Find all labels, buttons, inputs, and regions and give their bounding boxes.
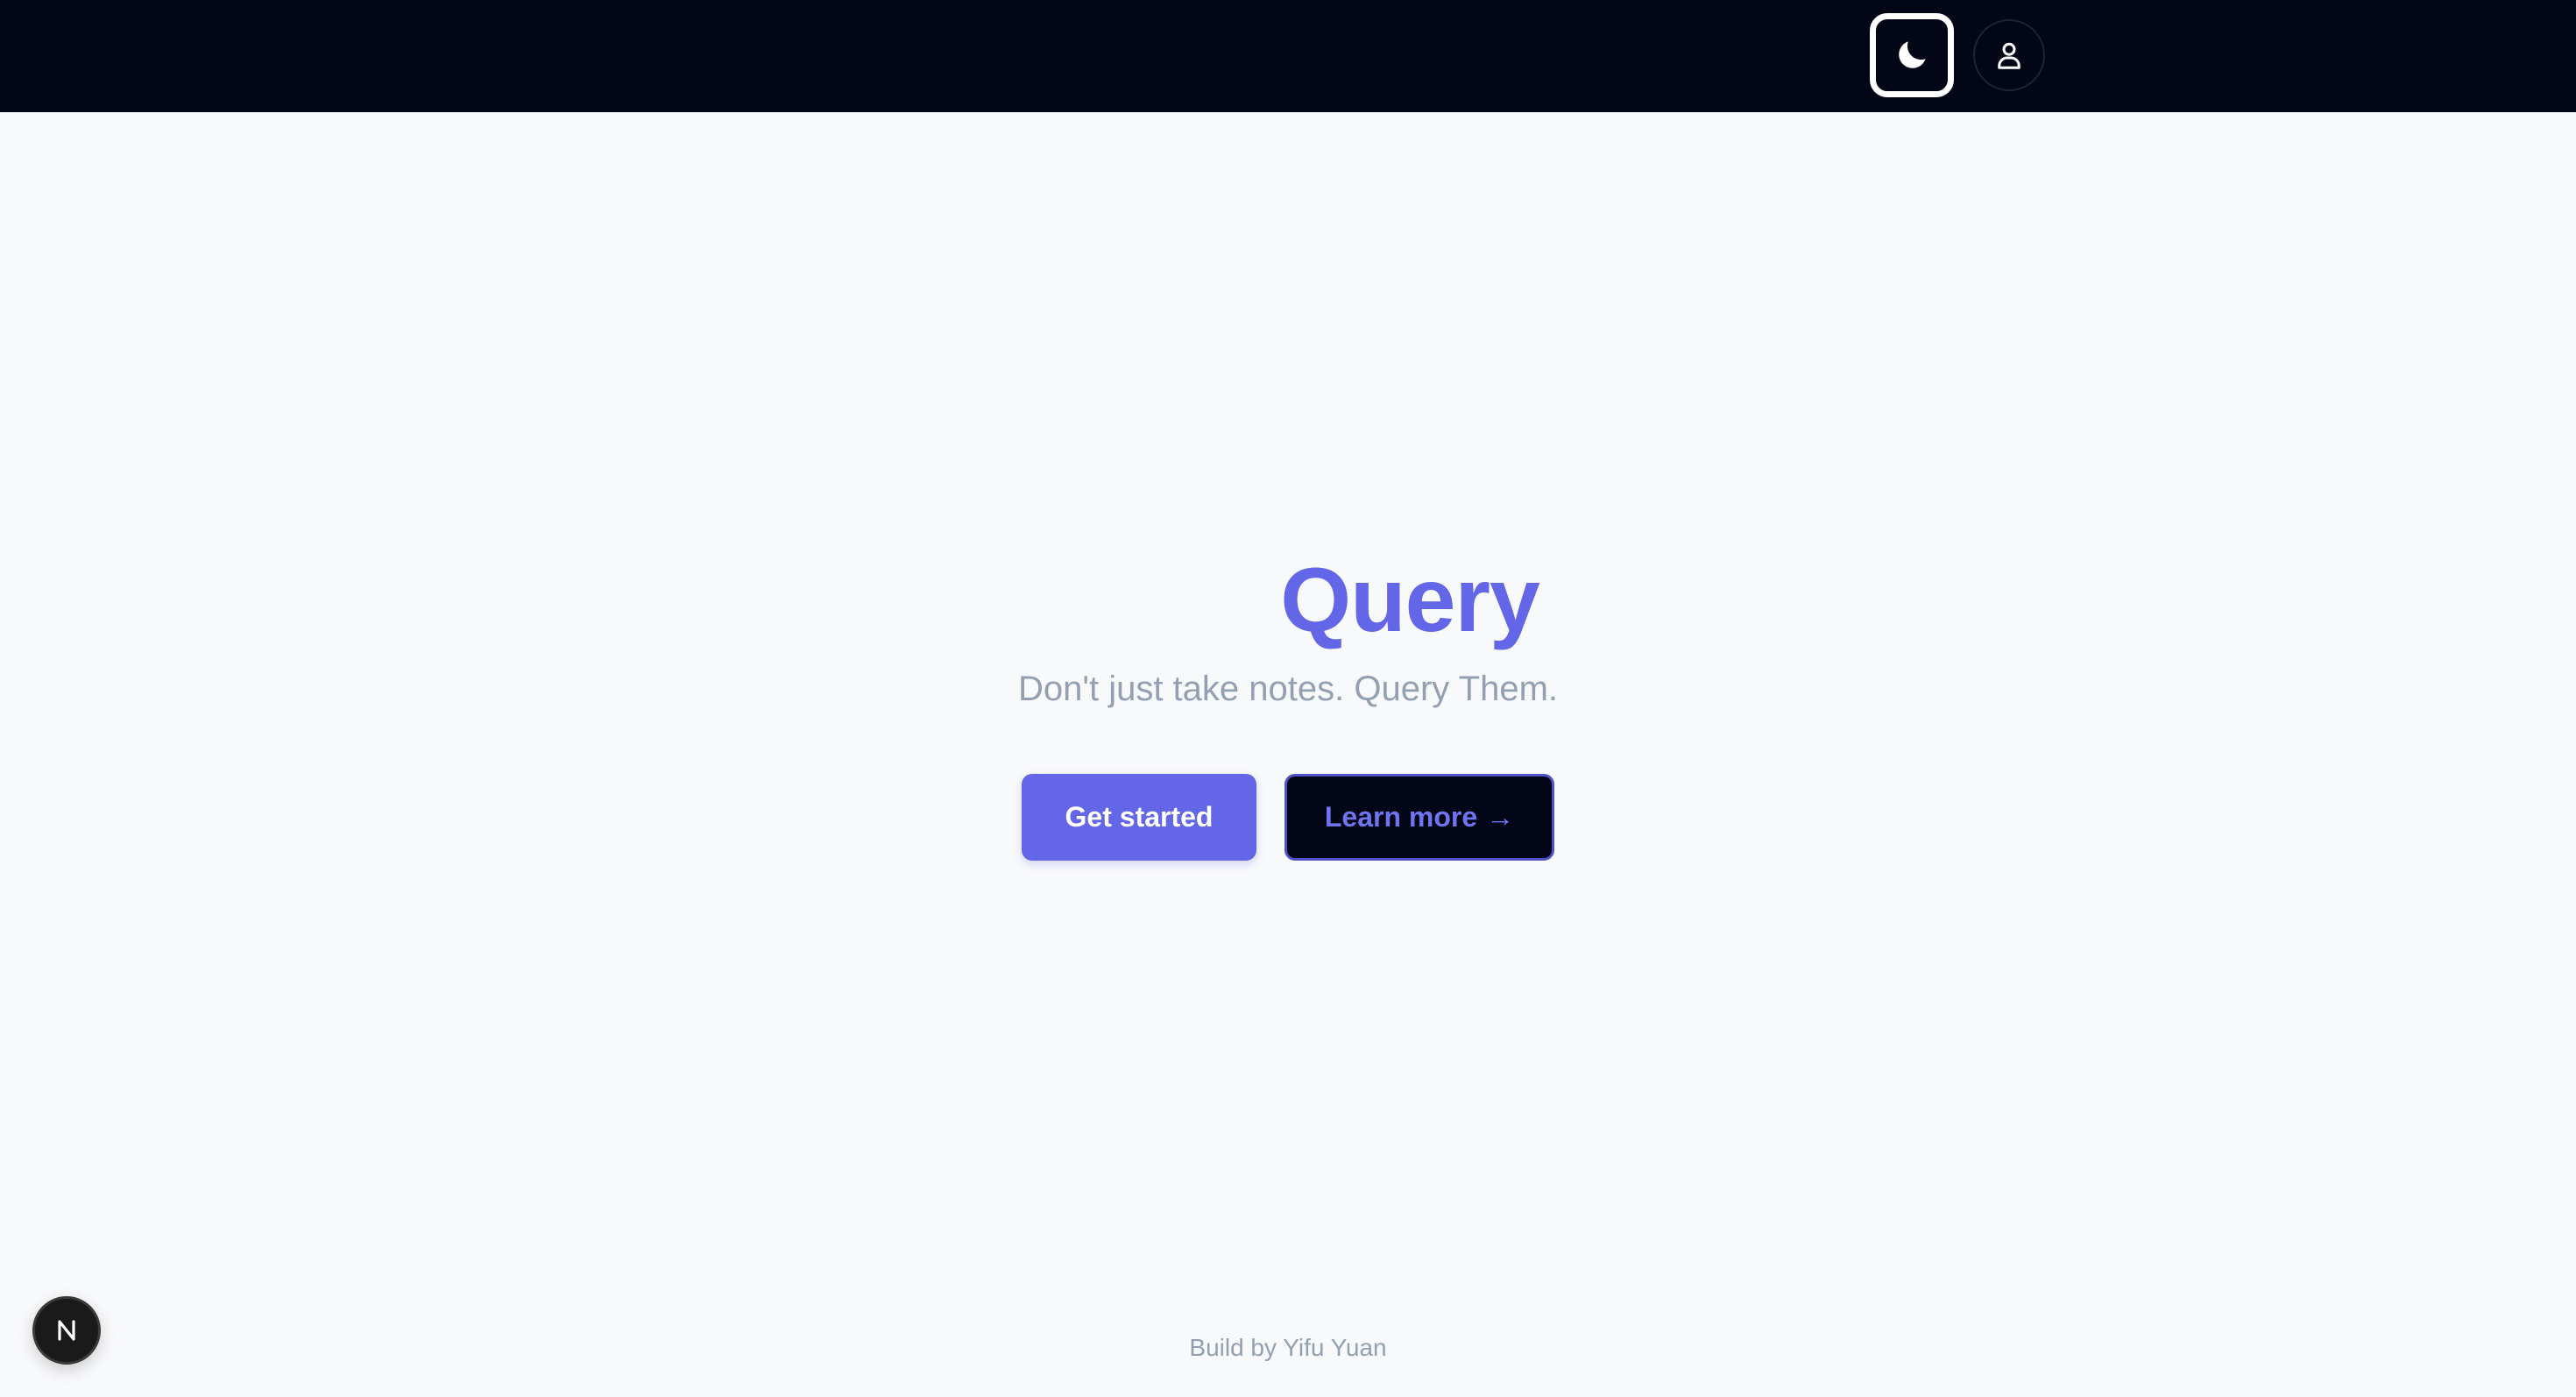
theme-toggle-button[interactable] [1870,13,1954,97]
moon-icon [1899,41,1926,68]
get-started-label: Get started [1065,801,1214,833]
main-content: Query Don't just take notes. Query Them.… [0,112,2576,1397]
top-navigation-bar [0,0,2576,112]
footer-credit: Build by Yifu Yuan [1189,1334,1387,1361]
arrow-right-icon: → [1486,801,1515,833]
user-icon [1998,42,2020,69]
learn-more-button[interactable]: Learn more → [1284,774,1554,861]
hero-subtitle: Don't just take notes. Query Them. [1017,670,1559,708]
hero-title: Query [1280,550,1540,651]
learn-more-label: Learn more [1324,801,1478,833]
nextjs-logo-icon [58,1320,75,1341]
nextjs-dev-badge[interactable] [32,1296,101,1365]
profile-button[interactable] [1973,19,2045,91]
get-started-button[interactable]: Get started [1022,774,1256,861]
